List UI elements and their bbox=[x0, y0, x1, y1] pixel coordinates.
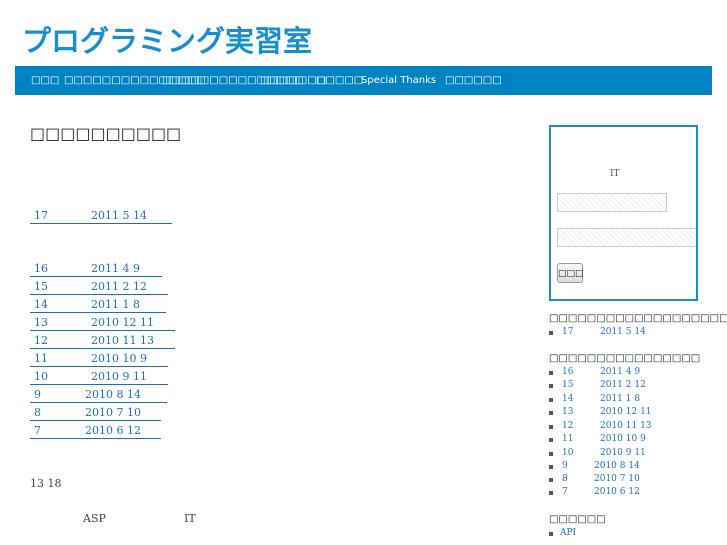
bullet-icon bbox=[549, 331, 553, 335]
post-number: 13 bbox=[34, 316, 48, 329]
post-number: 17 bbox=[34, 209, 48, 222]
post-number: 9 bbox=[34, 388, 41, 401]
post-number: 12 bbox=[34, 334, 48, 347]
post-number: 14 bbox=[34, 298, 48, 311]
login-box: IT □□□ bbox=[549, 125, 698, 301]
main-nav: □□□ □□□□□□□□□□□□□□□ □□□□□□□□□□□□□□□ □□□□… bbox=[15, 66, 712, 95]
sidebar-link-label: API bbox=[560, 528, 577, 538]
sidebar-item-number: 14 bbox=[562, 394, 574, 404]
sidebar-item-date: 2010 10 9 bbox=[600, 434, 646, 444]
bullet-icon bbox=[549, 491, 553, 495]
past-post-link[interactable]: 12 2010 11 13 bbox=[30, 334, 175, 349]
sidebar-item-number: 7 bbox=[562, 487, 568, 497]
nav-item-special-thanks[interactable]: Special Thanks bbox=[361, 66, 436, 95]
sidebar-item-date: 2011 1 8 bbox=[600, 394, 641, 404]
sidebar-item-number: 11 bbox=[562, 434, 574, 444]
past-post-link[interactable]: 16 2011 4 9 bbox=[30, 262, 162, 277]
sidebar-heading-past: □□□□□□□□□□□□□□□□ bbox=[549, 353, 701, 364]
post-date: 2010 6 12 bbox=[85, 424, 141, 437]
post-number: 15 bbox=[34, 280, 48, 293]
bullet-icon bbox=[549, 384, 553, 388]
username-field[interactable] bbox=[557, 193, 667, 212]
sidebar-item-date: 2010 6 12 bbox=[594, 487, 640, 497]
bullet-icon bbox=[549, 411, 553, 415]
past-post-link[interactable]: 14 2011 1 8 bbox=[30, 298, 166, 313]
body-text-it: IT bbox=[184, 512, 196, 525]
post-date: 2010 9 11 bbox=[91, 370, 147, 383]
past-post-link[interactable]: 7 2010 6 12 bbox=[30, 424, 161, 439]
sidebar-item-date: 2010 12 11 bbox=[600, 407, 652, 417]
bullet-icon bbox=[549, 425, 553, 429]
post-number: 11 bbox=[34, 352, 48, 365]
post-date: 2010 10 9 bbox=[91, 352, 147, 365]
sidebar-item-number: 13 bbox=[562, 407, 574, 417]
body-text-line: 13 18 bbox=[30, 477, 62, 490]
sidebar-item-number: 8 bbox=[562, 474, 568, 484]
password-field[interactable] bbox=[557, 228, 696, 247]
login-note: IT bbox=[610, 169, 620, 179]
post-number: 7 bbox=[34, 424, 41, 437]
past-post-link[interactable]: 9 2010 8 14 bbox=[30, 388, 167, 403]
sidebar-item-date: 2011 4 9 bbox=[600, 367, 641, 377]
page-title: □□□□□□□□□□ bbox=[30, 124, 182, 143]
sidebar-item-number: 15 bbox=[562, 380, 574, 390]
post-date: 2011 2 12 bbox=[91, 280, 147, 293]
past-post-link[interactable]: 8 2010 7 10 bbox=[30, 406, 161, 421]
latest-post-link[interactable]: 17 2011 5 14 bbox=[30, 209, 172, 224]
past-post-link[interactable]: 10 2010 9 11 bbox=[30, 370, 168, 385]
post-number: 10 bbox=[34, 370, 48, 383]
bullet-icon bbox=[549, 452, 553, 456]
post-date: 2010 12 11 bbox=[91, 316, 154, 329]
past-post-link[interactable]: 13 2010 12 11 bbox=[30, 316, 175, 331]
bullet-icon bbox=[549, 478, 553, 482]
sidebar-item-date: 2010 11 13 bbox=[600, 421, 652, 431]
sidebar-item-number: 9 bbox=[562, 461, 568, 471]
sidebar-item-date: 2011 2 12 bbox=[600, 380, 646, 390]
bullet-icon bbox=[549, 465, 553, 469]
sidebar-heading-links: □□□□□□ bbox=[549, 514, 606, 525]
sidebar-item-date: 2010 7 10 bbox=[594, 474, 640, 484]
bullet-icon bbox=[549, 438, 553, 442]
bullet-icon bbox=[549, 371, 553, 375]
sidebar-item-number: 10 bbox=[562, 448, 574, 458]
sidebar-item-number: 12 bbox=[562, 421, 574, 431]
sidebar-item-number: 16 bbox=[562, 367, 574, 377]
past-post-link[interactable]: 15 2011 2 12 bbox=[30, 280, 168, 295]
sidebar-heading-latest: □□□□□□□□□□□□□□□□□□□□ bbox=[549, 313, 727, 324]
post-number: 16 bbox=[34, 262, 48, 275]
bullet-icon bbox=[549, 398, 553, 402]
sidebar-item-number: 17 bbox=[562, 327, 574, 337]
past-post-link[interactable]: 11 2010 10 9 bbox=[30, 352, 168, 367]
nav-item-7[interactable]: □□□□□□ bbox=[445, 66, 502, 95]
nav-item-home[interactable]: □□□ bbox=[31, 66, 59, 95]
post-date: 2010 7 10 bbox=[85, 406, 141, 419]
nav-item-5[interactable]: □□□□□ bbox=[316, 66, 363, 95]
sidebar-item-date: 2011 5 14 bbox=[600, 327, 646, 337]
site-logo[interactable]: プログラミング実習室 bbox=[22, 18, 312, 60]
sidebar-item-date: 2010 9 11 bbox=[600, 448, 646, 458]
post-date: 2011 1 8 bbox=[91, 298, 140, 311]
post-date: 2011 4 9 bbox=[91, 262, 140, 275]
sidebar-item-date: 2010 8 14 bbox=[594, 461, 640, 471]
post-date: 2010 8 14 bbox=[85, 388, 141, 401]
post-date: 2011 5 14 bbox=[91, 209, 147, 222]
body-text-asp: ASP bbox=[83, 512, 106, 525]
bullet-icon bbox=[549, 532, 553, 536]
post-number: 8 bbox=[34, 406, 41, 419]
login-button[interactable]: □□□ bbox=[557, 263, 584, 283]
post-date: 2010 11 13 bbox=[91, 334, 154, 347]
